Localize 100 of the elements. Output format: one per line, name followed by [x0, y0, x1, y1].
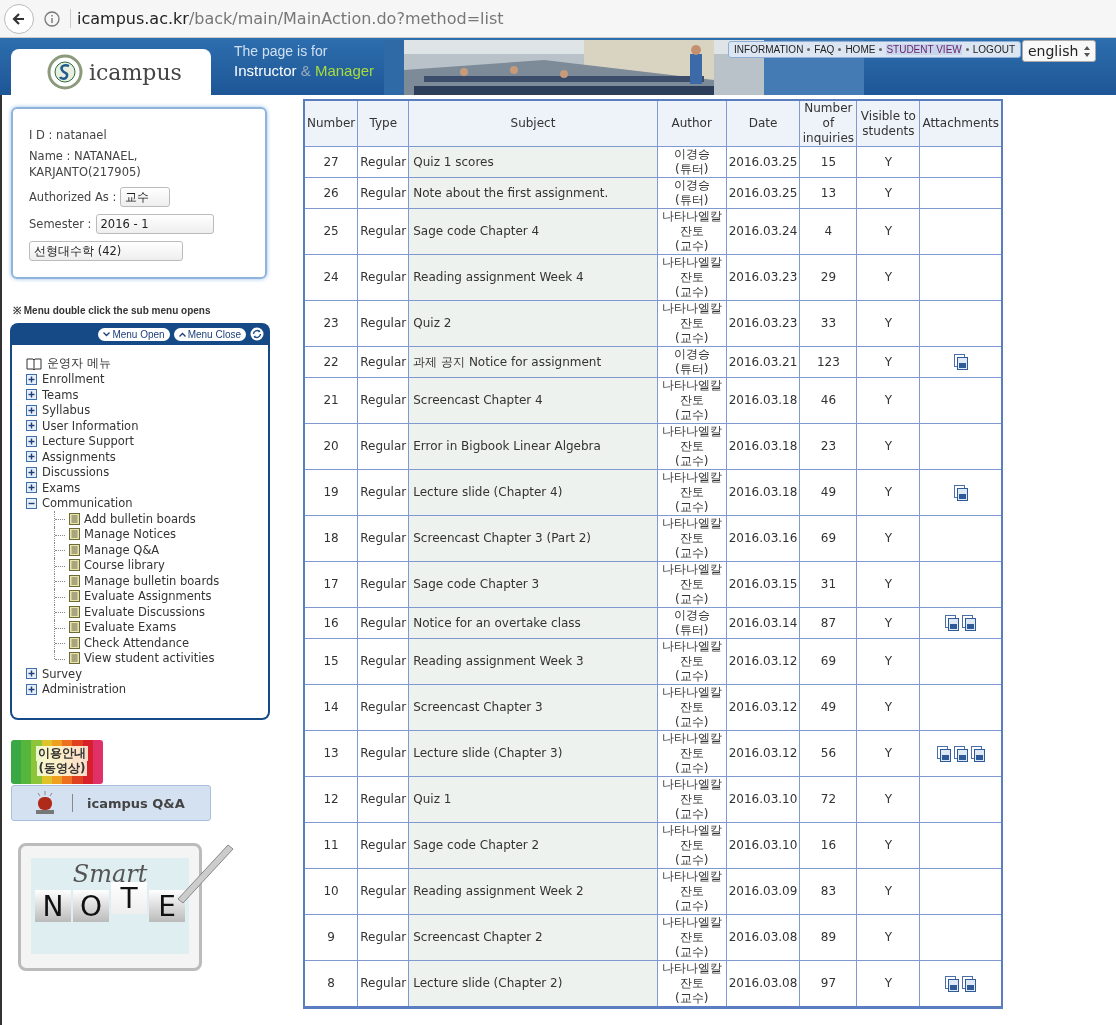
menu-item[interactable]: Communication	[42, 496, 133, 511]
menu-open-button[interactable]: Menu Open	[98, 327, 170, 341]
menu-item[interactable]: User Information	[42, 418, 139, 433]
submenu-item[interactable]: Add bulletin boards	[84, 511, 196, 526]
menu-item[interactable]: Syllabus	[42, 403, 91, 418]
refresh-icon[interactable]	[250, 327, 264, 341]
subject-link[interactable]: Screencast Chapter 2	[408, 914, 658, 961]
subject-link[interactable]: 과제 공지 Notice for assignment	[408, 346, 658, 378]
submenu-item[interactable]: Evaluate Assignments	[84, 589, 212, 604]
back-button[interactable]	[4, 3, 34, 34]
menu-item[interactable]: Lecture Support	[42, 434, 135, 449]
menu-item[interactable]: Discussions	[42, 465, 110, 480]
attachment-icon[interactable]	[953, 484, 968, 501]
attachment-icon[interactable]	[953, 354, 968, 370]
menu-item[interactable]: Assignments	[42, 449, 116, 464]
nav-link[interactable]: INFORMATION	[734, 44, 804, 55]
attachment-icon[interactable]	[945, 615, 960, 631]
expand-icon[interactable]	[26, 683, 37, 695]
subject-link[interactable]: Quiz 1 scores	[408, 146, 658, 178]
submenu-item[interactable]: Check Attendance	[84, 635, 190, 650]
expand-icon[interactable]	[26, 668, 37, 680]
menu-item[interactable]: Teams	[42, 387, 79, 402]
nav-link[interactable]: FAQ	[814, 44, 835, 55]
expand-icon[interactable]	[26, 466, 37, 478]
table-cell: 2016.03.21	[726, 346, 800, 378]
menu-item[interactable]: Survey	[42, 666, 82, 681]
subject-link[interactable]: Lecture slide (Chapter 3)	[408, 730, 658, 777]
table-cell: 13	[304, 730, 358, 777]
subject-link[interactable]: Reading assignment Week 4	[408, 254, 658, 301]
attachment-icon[interactable]	[936, 745, 951, 762]
menu-close-button[interactable]: Menu Close	[173, 327, 246, 341]
nav-link[interactable]: HOME	[845, 44, 876, 55]
attachment-icon[interactable]	[945, 975, 960, 992]
table-cell: Y	[856, 607, 920, 639]
submenu-item[interactable]: Course library	[84, 558, 165, 573]
chevron-up-icon	[178, 331, 186, 337]
table-cell: Y	[856, 776, 920, 823]
subject-link[interactable]: Sage code Chapter 4	[408, 208, 658, 255]
qa-button[interactable]: icampus Q&A	[11, 785, 211, 821]
subject-link[interactable]: Error in Bigbook Linear Algebra	[408, 423, 658, 470]
url-text[interactable]: icampus.ac.kr/back/main/MainAction.do?method=list	[70, 9, 504, 28]
subject-link[interactable]: Note about the first assignment.	[408, 177, 658, 209]
subject-link[interactable]: Screencast Chapter 4	[408, 377, 658, 424]
table-cell: 나타나엘칼 잔토 (교수)	[657, 423, 727, 470]
expand-icon[interactable]	[26, 435, 37, 447]
menu-item[interactable]: Exams	[42, 480, 81, 495]
subject-link[interactable]: Lecture slide (Chapter 4)	[408, 469, 658, 516]
submenu-item[interactable]: Manage Q&A	[84, 542, 160, 557]
table-cell: Y	[856, 730, 920, 777]
menu-item[interactable]: Enrollment	[42, 372, 105, 387]
column-header: Author	[657, 100, 727, 147]
expand-icon[interactable]	[26, 420, 37, 432]
attachment-icon[interactable]	[953, 745, 968, 762]
subject-link[interactable]: Screencast Chapter 3	[408, 684, 658, 731]
table-cell: 2016.03.16	[726, 515, 800, 562]
role-select[interactable]: 교수	[120, 187, 171, 207]
table-cell: Y	[856, 469, 920, 516]
table-cell: Y	[856, 423, 920, 470]
attachment-icon[interactable]	[962, 615, 977, 631]
expand-icon[interactable]	[26, 404, 37, 416]
attachment-icon[interactable]	[962, 975, 977, 992]
letter-block: O	[73, 890, 109, 922]
subject-link[interactable]: Screencast Chapter 3 (Part 2)	[408, 515, 658, 562]
logo-text: icampus	[89, 59, 182, 85]
table-cell: Regular	[357, 730, 409, 777]
language-select[interactable]: english	[1022, 40, 1096, 62]
attachment-icon[interactable]	[970, 745, 985, 762]
submenu-item[interactable]: View student activities	[84, 651, 215, 666]
submenu-item[interactable]: Evaluate Exams	[84, 620, 177, 635]
expand-icon[interactable]	[26, 389, 37, 401]
subject-link[interactable]: Notice for an overtake class	[408, 607, 658, 639]
subject-link[interactable]: Quiz 2	[408, 300, 658, 347]
collapse-icon[interactable]	[26, 497, 37, 509]
subject-link[interactable]: Quiz 1	[408, 776, 658, 823]
table-cell: Regular	[357, 638, 409, 685]
separator-dot	[965, 48, 969, 51]
table-cell: 2016.03.18	[726, 469, 800, 516]
subject-link[interactable]: Reading assignment Week 2	[408, 868, 658, 915]
expand-icon[interactable]	[26, 373, 37, 385]
table-cell: Y	[856, 346, 920, 378]
guide-video-banner[interactable]: 이용안내 (동영상)	[11, 740, 103, 784]
subject-link[interactable]: Sage code Chapter 3	[408, 561, 658, 608]
semester-select[interactable]: 2016 - 1	[95, 214, 214, 234]
subject-link[interactable]: Lecture slide (Chapter 2)	[408, 960, 658, 1008]
table-cell: 11	[304, 822, 358, 869]
menu-item[interactable]: Administration	[42, 682, 127, 697]
submenu-item[interactable]: Evaluate Discussions	[84, 604, 206, 619]
subject-link[interactable]: Sage code Chapter 2	[408, 822, 658, 869]
nav-link[interactable]: STUDENT VIEW	[886, 44, 962, 55]
subject-link[interactable]: Reading assignment Week 3	[408, 638, 658, 685]
submenu-item[interactable]: Manage bulletin boards	[84, 573, 220, 588]
user-name: Name : NATANAEL, KARJANTO(217905)	[29, 148, 142, 180]
expand-icon[interactable]	[26, 451, 37, 463]
table-cell: 2016.03.10	[726, 822, 800, 869]
expand-icon[interactable]	[26, 482, 37, 494]
nav-link[interactable]: LOGOUT	[972, 44, 1015, 55]
course-select[interactable]: 선형대수학 (42)	[29, 241, 183, 261]
table-cell: 69	[799, 638, 857, 685]
submenu-item[interactable]: Manage Notices	[84, 527, 177, 542]
table-cell: 나타나엘칼 잔토 (교수)	[657, 300, 727, 347]
